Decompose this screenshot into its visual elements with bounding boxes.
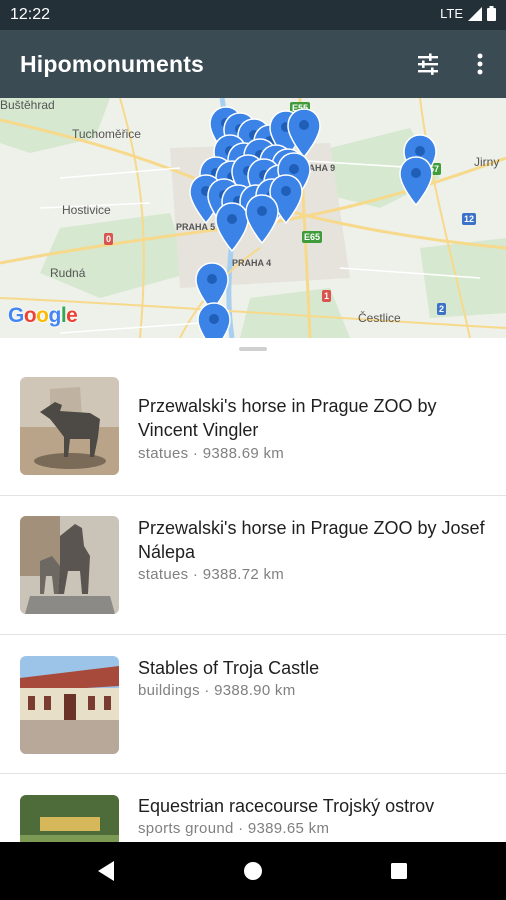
- google-logo-letter: o: [23, 304, 37, 327]
- filter-button[interactable]: [408, 44, 448, 84]
- road-badge-1: 1: [322, 290, 332, 302]
- item-meta: buildings · 9388.90 km: [138, 682, 296, 699]
- google-logo-letter: e: [66, 304, 78, 327]
- item-title: Equestrian racecourse Trojský ostrov: [138, 796, 435, 816]
- google-logo-letter: G: [8, 304, 24, 327]
- status-time: 12:22: [10, 6, 51, 23]
- home-button[interactable]: [238, 856, 268, 886]
- recents-button[interactable]: [384, 856, 414, 886]
- map-label-rudna: Rudná: [50, 266, 86, 280]
- road-badge-e65: E65: [302, 231, 323, 243]
- item-meta: statues · 9388.72 km: [138, 566, 285, 583]
- google-logo-letter: o: [36, 304, 49, 327]
- more-vert-icon: [477, 53, 483, 75]
- monument-thumbnail: [20, 377, 119, 475]
- item-title: Przewalski's horse in Prague ZOO by Jose…: [138, 518, 485, 562]
- road-badge-12: 12: [462, 213, 477, 225]
- google-logo: Google: [8, 304, 78, 328]
- status-bar: 12:22 LTE: [0, 0, 506, 30]
- horse-statue-image: [20, 377, 119, 475]
- bottom-sheet: Przewalski's horse in Prague ZOO by Vinc…: [0, 338, 506, 893]
- item-title: Przewalski's horse in Prague ZOO by Vinc…: [138, 396, 437, 440]
- back-button[interactable]: [91, 856, 121, 886]
- list-item[interactable]: Stables of Troja Castle buildings · 9388…: [0, 635, 506, 775]
- system-nav-bar: [0, 842, 506, 900]
- road-badge-2: 2: [437, 303, 447, 315]
- google-logo-letter: g: [48, 304, 62, 327]
- map-label-jirny: Jirny: [474, 155, 500, 169]
- map-label-bustehrad: Buštěhrad: [0, 98, 55, 112]
- item-title: Stables of Troja Castle: [138, 658, 320, 678]
- map-label-tuchomerice: Tuchoměřice: [72, 127, 141, 141]
- map-pin-icon[interactable]: [398, 156, 434, 206]
- battery-icon: [487, 6, 496, 21]
- network-type: LTE: [440, 6, 463, 21]
- recents-icon: [391, 863, 407, 879]
- item-meta: statues · 9388.69 km: [138, 445, 285, 462]
- castle-stables-image: [20, 656, 119, 754]
- monument-thumbnail: [20, 656, 119, 754]
- status-indicators: LTE: [440, 6, 496, 21]
- app-bar: Hipomonuments: [0, 30, 506, 98]
- map-label-praha4: PRAHA 4: [232, 258, 272, 268]
- horse-statue-image: [20, 516, 119, 614]
- back-icon: [98, 861, 114, 881]
- map-pin-icon[interactable]: [196, 302, 232, 338]
- tune-icon: [418, 53, 438, 75]
- app-screen: 12:22 LTE Hipomonuments Buštěhrad Tuchom…: [0, 0, 506, 900]
- map-label-hostivice: Hostivice: [62, 203, 111, 217]
- item-meta: sports ground · 9389.65 km: [138, 820, 330, 837]
- list-item[interactable]: Przewalski's horse in Prague ZOO by Jose…: [0, 496, 506, 636]
- map-label-cestlice: Čestlice: [358, 311, 401, 325]
- road-badge-0: 0: [104, 233, 114, 245]
- drag-handle[interactable]: [239, 347, 267, 351]
- signal-icon: [468, 6, 482, 21]
- app-title: Hipomonuments: [20, 51, 205, 77]
- overflow-menu-button[interactable]: [460, 44, 500, 84]
- list-item[interactable]: Przewalski's horse in Prague ZOO by Vinc…: [0, 356, 506, 496]
- map-pin-icon[interactable]: [244, 194, 280, 244]
- monument-thumbnail: [20, 516, 119, 614]
- map-view[interactable]: Buštěhrad Tuchoměřice Hostivice Rudná Ji…: [0, 98, 506, 338]
- home-icon: [244, 862, 262, 880]
